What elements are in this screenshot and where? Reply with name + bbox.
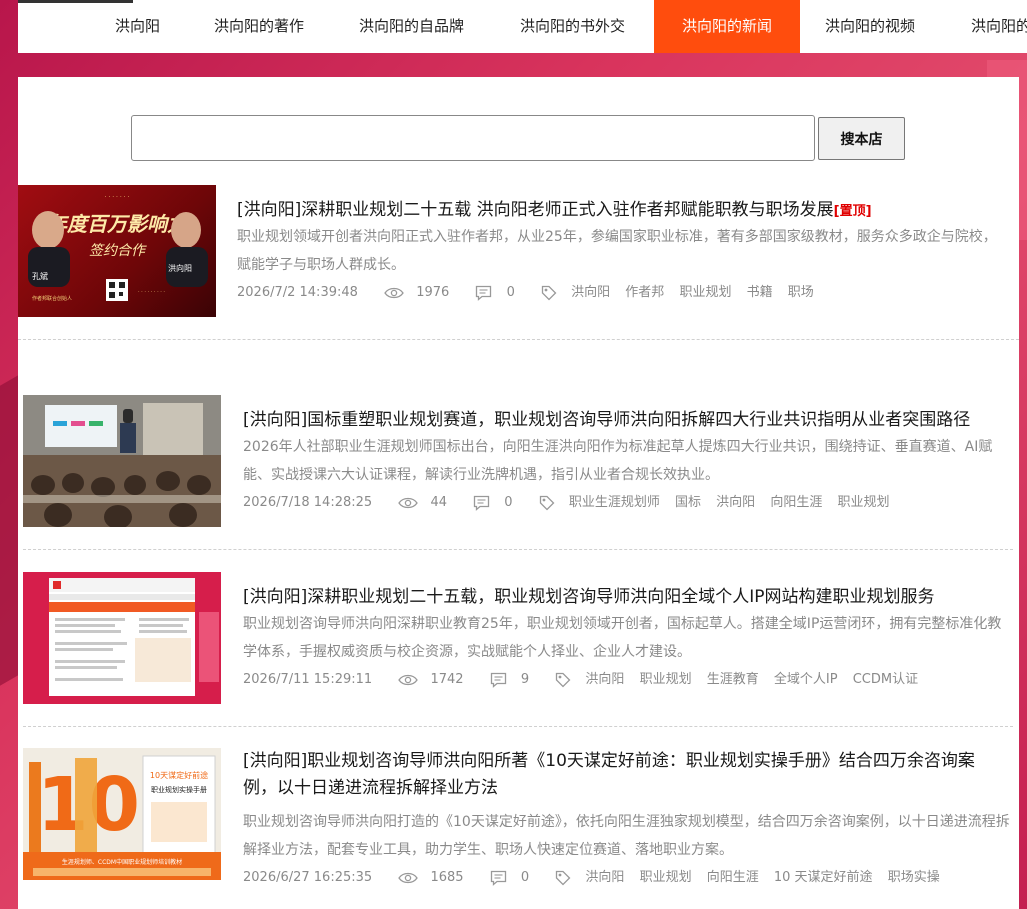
svg-text:签约合作: 签约合作 [89, 243, 147, 259]
article-tag[interactable]: 职场 [788, 283, 814, 303]
comment-icon [490, 670, 507, 690]
publish-date: 2026/7/11 15:29:11 [243, 672, 373, 687]
article-title[interactable]: [洪向阳]职业规划咨询导师洪向阳所著《10天谋定好前途：职业规划实操手册》结合四… [243, 748, 1008, 802]
article-tag[interactable]: 10 天谋定好前途 [774, 868, 873, 888]
article-meta: 2026/7/11 15:29:11 1742 9 洪向阳 职业规划 生涯教育 … [243, 670, 929, 690]
main-content: 搜本店 · · · · · · · 年度百万影响力 签约合作 孔斌 洪向阳 作者… [18, 77, 1019, 909]
view-count: 1976 [416, 285, 450, 300]
svg-text:职业规划实操手册: 职业规划实操手册 [151, 785, 207, 794]
tag-icon [555, 670, 571, 690]
article-tag[interactable]: 职业生涯规划师 [569, 493, 660, 513]
tag-icon [555, 868, 571, 888]
article-title-text[interactable]: [洪向阳]深耕职业规划二十五载 洪向阳老师正式入驻作者邦赋能职教与职场发展 [237, 200, 834, 220]
search-store-button[interactable]: 搜本店 [818, 117, 905, 160]
view-count: 1742 [430, 672, 464, 687]
publish-date: 2026/7/2 14:39:48 [237, 285, 358, 300]
svg-text:作者邦联合创始人: 作者邦联合创始人 [32, 295, 72, 302]
divider [18, 339, 1019, 340]
article-meta: 2026/7/18 14:28:25 44 0 职业生涯规划师 国标 洪向阳 向… [243, 493, 901, 513]
article-summary: 职业规划咨询导师洪向阳打造的《10天谋定好前途》，依托向阳生涯独家规划模型，结合… [243, 814, 1010, 858]
pinned-badge: [置顶] [833, 204, 872, 219]
tag-icon [541, 283, 557, 303]
view-count: 1685 [430, 870, 464, 885]
article-item: [洪向阳]深耕职业规划二十五载，职业规划咨询导师洪向阳全域个人IP网站构建职业规… [23, 572, 1019, 712]
svg-text:10天谋定好前途: 10天谋定好前途 [150, 770, 208, 780]
article-summary: 职业规划咨询导师洪向阳深耕职业教育25年，职业规划领域开创者，国标起草人。搭建全… [243, 616, 1002, 660]
tag-icon [539, 493, 555, 513]
comment-count: 9 [520, 672, 530, 687]
svg-text:洪向阳: 洪向阳 [168, 263, 192, 273]
eye-icon [398, 670, 419, 690]
classroom-photo [23, 395, 221, 527]
comment-count: 0 [506, 285, 515, 300]
nav-item-more[interactable]: 洪向阳的 [971, 0, 1027, 53]
article-thumbnail[interactable] [23, 395, 221, 527]
top-nav: 洪向阳 洪向阳的著作 洪向阳的自品牌 洪向阳的书外交 洪向阳的新闻 洪向阳的视频… [18, 0, 1027, 53]
view-count: 44 [430, 495, 448, 510]
nav-item-book-diplomacy[interactable]: 洪向阳的书外交 [520, 0, 625, 53]
svg-text:生涯规划师、CCDM中国职业规划师培训教材: 生涯规划师、CCDM中国职业规划师培训教材 [62, 858, 182, 866]
eye-icon [398, 493, 419, 513]
svg-text:· · · · · · ·: · · · · · · · [105, 194, 130, 201]
article-tag[interactable]: 洪向阳 [585, 868, 624, 888]
nav-item-videos[interactable]: 洪向阳的视频 [825, 0, 915, 53]
nav-item-brand[interactable]: 洪向阳的自品牌 [359, 0, 464, 53]
comment-icon [490, 868, 507, 888]
article-tag[interactable]: 职业规划 [640, 868, 692, 888]
article-tag[interactable]: 作者邦 [625, 283, 664, 303]
publish-date: 2026/7/18 14:28:25 [243, 495, 373, 510]
article-summary: 2026年人社部职业生涯规划师国标出台，向阳生涯洪向阳作为标准起草人提炼四大行业… [243, 439, 993, 483]
article-tag[interactable]: 职场实操 [888, 868, 940, 888]
article-summary: 职业规划领域开创者洪向阳正式入驻作者邦，从业25年，参编国家职业标准，著有多部国… [237, 229, 997, 273]
article-thumbnail[interactable]: 10 10天谋定好前途 职业规划实操手册 生涯规划师、CCDM中国职业规划师培训… [23, 748, 221, 880]
article-tag[interactable]: 洪向阳 [571, 283, 610, 303]
divider [23, 549, 1013, 550]
article-tag[interactable]: 全域个人IP [774, 670, 838, 690]
article-tag[interactable]: 洪向阳 [585, 670, 624, 690]
article-tag[interactable]: 国标 [675, 493, 701, 513]
publish-date: 2026/6/27 16:25:35 [243, 870, 373, 885]
article-title[interactable]: [洪向阳]深耕职业规划二十五载，职业规划咨询导师洪向阳全域个人IP网站构建职业规… [243, 584, 935, 611]
nav-item-works[interactable]: 洪向阳的著作 [214, 0, 304, 53]
article-tag[interactable]: 职业规划 [679, 283, 731, 303]
nav-item-home[interactable]: 洪向阳 [115, 0, 160, 53]
article-tag[interactable]: 职业规划 [640, 670, 692, 690]
article-tag[interactable]: 洪向阳 [716, 493, 755, 513]
book-cover-image: 10 10天谋定好前途 职业规划实操手册 生涯规划师、CCDM中国职业规划师培训… [23, 748, 221, 880]
article-tag[interactable]: 书籍 [747, 283, 773, 303]
article-thumbnail[interactable] [23, 572, 221, 704]
event-poster-image: · · · · · · · 年度百万影响力 签约合作 孔斌 洪向阳 作者邦联合创… [28, 194, 208, 302]
article-tag[interactable]: 生涯教育 [707, 670, 759, 690]
article-item: [洪向阳]国标重塑职业规划赛道，职业规划咨询导师洪向阳拆解四大行业共识指明从业者… [23, 395, 1019, 535]
divider [23, 726, 1013, 727]
article-tag[interactable]: 向阳生涯 [770, 493, 822, 513]
svg-text:年度百万影响力: 年度百万影响力 [47, 212, 189, 236]
article-tag[interactable]: 职业规划 [837, 493, 889, 513]
eye-icon [398, 868, 419, 888]
article-item: · · · · · · · 年度百万影响力 签约合作 孔斌 洪向阳 作者邦联合创… [18, 185, 1019, 325]
article-tag[interactable]: 向阳生涯 [707, 868, 759, 888]
article-meta: 2026/6/27 16:25:35 1685 0 洪向阳 职业规划 向阳生涯 … [243, 868, 951, 888]
article-item: 10 10天谋定好前途 职业规划实操手册 生涯规划师、CCDM中国职业规划师培训… [23, 748, 1019, 909]
article-title[interactable]: [洪向阳]国标重塑职业规划赛道，职业规划咨询导师洪向阳拆解四大行业共识指明从业者… [243, 407, 970, 434]
comment-count: 0 [504, 495, 513, 510]
search-input[interactable] [131, 115, 815, 161]
svg-text:孔斌: 孔斌 [32, 271, 48, 281]
nav-item-news[interactable]: 洪向阳的新闻 [654, 0, 800, 53]
comment-icon [475, 283, 492, 303]
article-meta: 2026/7/2 14:39:48 1976 0 洪向阳 作者邦 职业规划 书籍… [237, 283, 825, 303]
svg-text:· · · · · · · · ·: · · · · · · · · · [138, 289, 165, 295]
comment-count: 0 [520, 870, 530, 885]
article-thumbnail[interactable]: · · · · · · · 年度百万影响力 签约合作 孔斌 洪向阳 作者邦联合创… [18, 185, 216, 317]
eye-icon [384, 283, 404, 303]
comment-icon [473, 493, 490, 513]
article-title[interactable]: [洪向阳]深耕职业规划二十五载 洪向阳老师正式入驻作者邦赋能职教与职场发展[置顶… [237, 197, 872, 225]
article-tag[interactable]: CCDM认证 [853, 670, 918, 690]
website-screenshot-image [23, 572, 221, 704]
